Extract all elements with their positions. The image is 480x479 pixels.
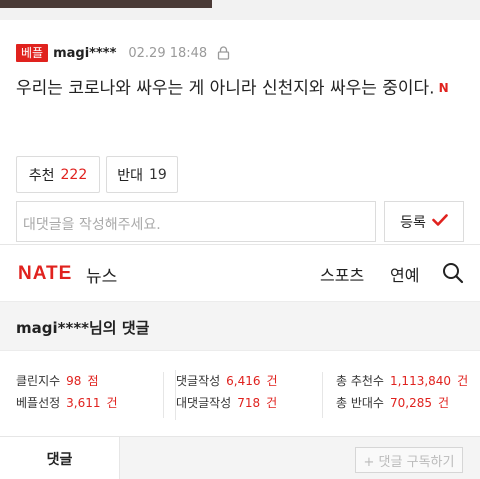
stat-total-up-unit: 건 [457,374,469,388]
top-image-strip [0,0,480,20]
comment-tabs: 댓글 + 댓글 구독하기 [0,436,480,479]
check-icon [432,213,448,230]
submit-label: 등록 [400,214,426,231]
comment-meta: 베플 magi**** 02.29 18:48 [16,44,230,62]
stat-written-value: 6,416 [226,374,261,388]
submit-reply-button[interactable]: 등록 [384,201,464,242]
nav-sports[interactable]: 스포츠 [320,262,364,286]
tab-comments[interactable]: 댓글 [0,437,120,479]
stat-total-down-label: 총 반대수 [336,396,384,410]
stat-best-unit: 건 [106,396,118,410]
downvote-button[interactable]: 반대 19 [106,156,178,193]
stat-written-label: 댓글작성 [176,374,221,388]
stat-total-up: 총 추천수 1,113,840 건 [336,370,468,392]
stat-reply-value: 718 [237,396,261,410]
nate-logo[interactable]: NATE [18,263,72,285]
stat-reply: 대댓글작성 718 건 [176,392,278,414]
stat-total-up-label: 총 추천수 [336,374,384,388]
stat-reply-unit: 건 [266,396,278,410]
section-gap [0,8,480,20]
upvote-button[interactable]: 추천 222 [16,156,100,193]
news-section-label[interactable]: 뉴스 [86,262,117,287]
stat-clean: 클린지수 98 점 [16,370,118,392]
downvote-count: 19 [148,166,167,183]
nav-entertainment[interactable]: 연예 [390,262,419,286]
cropped-photo [0,0,212,8]
comment-author[interactable]: magi**** [53,46,116,61]
lock-icon[interactable] [217,46,230,60]
stats-column-2: 댓글작성 6,416 건 대댓글작성 718 건 [175,370,278,420]
new-mark-icon: N [438,81,449,95]
comment-text: 우리는 코로나와 싸우는 게 아니라 신천지와 싸우는 중이다. [16,78,435,99]
stats-column-3: 총 추천수 1,113,840 건 총 반대수 70,285 건 [336,370,468,420]
user-stats: 클린지수 98 점 베플선정 3,611 건 댓글작성 6,416 건 대댓글작성 718 건 … [0,352,480,436]
stat-best: 베플선정 3,611 건 [16,392,118,414]
downvote-label: 반대 [117,167,143,184]
stat-written-unit: 건 [266,374,278,388]
stat-best-value: 3,611 [66,396,101,410]
stat-total-up-value: 1,113,840 [389,374,452,388]
reply-input[interactable]: 대댓글을 작성해주세요. [16,201,376,242]
site-header: NATE 뉴스 스포츠 연예 [0,245,480,301]
subscribe-comments-button[interactable]: + 댓글 구독하기 [355,447,463,473]
stat-reply-label: 대댓글작성 [176,396,232,410]
best-comment: 베플 magi**** 02.29 18:48 우리는 코로나와 싸우는 게 아… [0,20,480,245]
comment-date: 02.29 18:48 [128,45,208,61]
profile-title: magi****님의 댓글 [16,319,150,337]
stat-total-down-value: 70,285 [389,396,432,410]
stats-divider-1 [163,372,164,418]
stats-divider-2 [322,372,323,418]
stat-total-down: 총 반대수 70,285 건 [336,392,468,414]
stats-column-1: 클린지수 98 점 베플선정 3,611 건 [16,370,118,420]
upvote-label: 추천 [28,167,55,184]
upvote-count: 222 [60,166,88,183]
stat-written: 댓글작성 6,416 건 [176,370,278,392]
stat-clean-unit: 점 [87,374,99,388]
best-badge: 베플 [16,44,49,62]
profile-bar: magi****님의 댓글 [0,301,480,351]
comment-body: 우리는 코로나와 싸우는 게 아니라 신천지와 싸우는 중이다. N [16,74,471,104]
stat-clean-label: 클린지수 [16,374,61,388]
stat-best-label: 베플선정 [16,396,61,410]
search-icon[interactable] [442,262,464,284]
stat-total-down-unit: 건 [437,396,450,410]
stat-clean-value: 98 [66,374,82,388]
